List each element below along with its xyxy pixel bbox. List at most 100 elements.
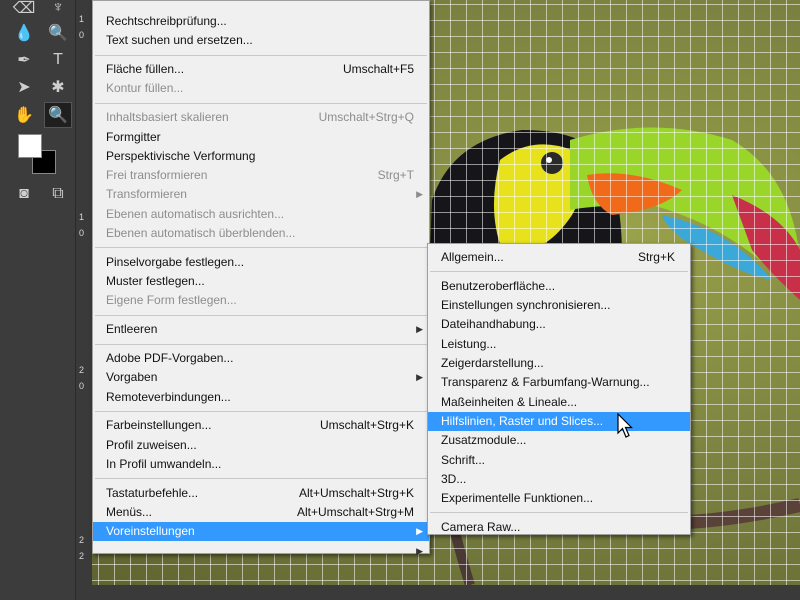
ruler-label: 2	[79, 551, 85, 561]
ruler-label: 1	[79, 14, 85, 24]
menu-item-ebenen-automatisch-überblenden[interactable]: Ebenen automatisch überblenden...	[93, 224, 429, 243]
menu-item-menüs[interactable]: Menüs... Alt+Umschalt+Strg+M	[93, 503, 429, 522]
menu-item-ebenen-automatisch-ausrichten[interactable]: Ebenen automatisch ausrichten...	[93, 205, 429, 224]
menu-item-label: Einstellungen synchronisieren...	[441, 298, 611, 313]
menu-item-shortcut: Strg+T	[377, 168, 414, 183]
menu-item-label: Zusatzmodule...	[441, 433, 527, 448]
menu-item-label: Eigene Form festlegen...	[106, 293, 237, 308]
menu-item-label: Transformieren	[106, 187, 187, 202]
menu-item-label: Maßeinheiten & Lineale...	[441, 394, 578, 409]
menu-item-tastaturbefehle[interactable]: Tastaturbefehle... Alt+Umschalt+Strg+K	[93, 484, 429, 503]
custom-shape-icon[interactable]: ✱	[44, 74, 72, 100]
menu-item-pinselvorgabe-festlegen[interactable]: Pinselvorgabe festlegen...	[93, 253, 429, 272]
menu-item-remoteverbindungen[interactable]: Remoteverbindungen...	[93, 388, 429, 407]
mouse-pointer-icon	[617, 413, 633, 438]
menu-item-label: Leistung...	[441, 336, 497, 351]
menu-item-inhaltsbasiert-skalieren[interactable]: Inhaltsbasiert skalieren Umschalt+Strg+Q	[93, 108, 429, 127]
ruler-label: 0	[79, 228, 85, 238]
menu-item-shortcut: Umschalt+F5	[342, 62, 414, 77]
menu-item-label: Tastaturbefehle...	[106, 485, 199, 500]
menu-item-zusatzmodule[interactable]: Zusatzmodule...	[428, 431, 690, 450]
menu-item-shortcut: Umschalt+Strg+Q	[318, 110, 414, 125]
menu-item-eigene-form-festlegen[interactable]: Eigene Form festlegen...	[93, 291, 429, 310]
menu-item-label: Vorgaben	[106, 370, 158, 385]
menu-item-farbeinstellungen[interactable]: Farbeinstellungen... Umschalt+Strg+K	[93, 416, 429, 435]
tools-panel: ⌫ ♆ 💧 🔍 ✒ T ➤ ✱ ✋ 🔍 ◙ ⧉	[0, 0, 76, 600]
menu-item-label: Experimentelle Funktionen...	[441, 491, 594, 506]
menu-item-label: Camera Raw...	[441, 519, 521, 534]
menu-item-3d[interactable]: 3D...	[428, 470, 690, 489]
menu-item-label: Rechtschreibprüfung...	[106, 14, 227, 28]
path-select-icon[interactable]: ➤	[10, 74, 38, 100]
menu-item-in-profil-umwandeln[interactable]: In Profil umwandeln...	[93, 455, 429, 474]
menu-separator	[95, 102, 427, 104]
menu-item-leistung[interactable]: Leistung...	[428, 335, 690, 354]
menu-item-profil-zuweisen[interactable]: Profil zuweisen...	[93, 436, 429, 455]
menu-item-rechtschreibprüfung[interactable]: Rechtschreibprüfung...	[93, 12, 429, 31]
dodge-icon[interactable]: 🔍	[44, 20, 72, 46]
menu-item-benutzeroberfläche[interactable]: Benutzeroberfläche...	[428, 277, 690, 296]
menu-item-frei-transformieren[interactable]: Frei transformieren Strg+T	[93, 166, 429, 185]
paint-bucket-icon[interactable]: ♆	[44, 0, 72, 21]
menu-item-label: Menüs...	[106, 505, 153, 520]
zoom-icon[interactable]: 🔍	[44, 102, 72, 128]
menu-item-dateihandhabung[interactable]: Dateihandhabung...	[428, 315, 690, 334]
menu-item-label: Formgitter	[106, 129, 161, 144]
menu-item-label: Pinselvorgabe festlegen...	[106, 254, 245, 269]
menu-item-shortcut: Umschalt+Strg+K	[319, 418, 414, 433]
menu-item-maßeinheiten-lineale[interactable]: Maßeinheiten & Lineale...	[428, 393, 690, 412]
type-icon[interactable]: T	[44, 47, 72, 73]
screen-mode-icon[interactable]: ⧉	[44, 181, 72, 207]
menu-item-adobe-pdf-vorgaben[interactable]: Adobe PDF-Vorgaben...	[93, 349, 429, 368]
menu-item-overflow[interactable]: ▶	[93, 542, 429, 561]
menu-item-transparenz-farbumfang-warnung[interactable]: Transparenz & Farbumfang-Warnung...	[428, 373, 690, 392]
menu-item-label: Entleeren	[106, 322, 158, 337]
menu-item-shortcut: Alt+Umschalt+Strg+K	[298, 485, 414, 500]
foreground-color-swatch[interactable]	[18, 134, 42, 158]
menu-separator	[95, 314, 427, 316]
menu-item-label: Transparenz & Farbumfang-Warnung...	[441, 375, 650, 390]
eraser-icon[interactable]: ⌫	[10, 0, 38, 21]
menu-item-experimentelle-funktionen[interactable]: Experimentelle Funktionen...	[428, 489, 690, 508]
menu-item-formgitter[interactable]: Formgitter	[93, 128, 429, 147]
menu-item-perspektivische-verformung[interactable]: Perspektivische Verformung	[93, 147, 429, 166]
pen-icon[interactable]: ✒	[10, 47, 38, 73]
menu-item-kontur-füllen[interactable]: Kontur füllen...	[93, 79, 429, 98]
hand-icon[interactable]: ✋	[10, 102, 38, 128]
blur-icon[interactable]: 💧	[10, 20, 38, 46]
menu-item-label: Text suchen und ersetzen...	[106, 33, 253, 48]
menu-item-label: Ebenen automatisch ausrichten...	[106, 206, 285, 221]
menu-item-transformieren[interactable]: Transformieren ▶	[93, 185, 429, 204]
menu-item-allgemein[interactable]: Allgemein... Strg+K	[428, 248, 690, 267]
quick-mask-icon[interactable]: ◙	[10, 181, 38, 207]
menu-item-label: Profil zuweisen...	[106, 437, 197, 452]
menu-separator	[430, 271, 688, 273]
menu-item-fläche-füllen[interactable]: Fläche füllen... Umschalt+F5	[93, 60, 429, 79]
menu-separator	[95, 54, 427, 56]
menu-item-label: Perspektivische Verformung	[106, 148, 256, 163]
menu-item-schrift[interactable]: Schrift...	[428, 451, 690, 470]
menu-item-label: Inhaltsbasiert skalieren	[106, 110, 229, 125]
menu-item-label: Zeigerdarstellung...	[441, 356, 544, 370]
edit-menu: Rechtschreibprüfung... Text suchen und er…	[92, 0, 430, 556]
menu-item-muster-festlegen[interactable]: Muster festlegen...	[93, 272, 429, 291]
submenu-arrow-icon: ▶	[416, 372, 423, 383]
status-strip	[92, 585, 800, 600]
menu-item-entleeren[interactable]: Entleeren ▶	[93, 320, 429, 339]
menu-item-einstellungen-synchronisieren[interactable]: Einstellungen synchronisieren...	[428, 296, 690, 315]
preferences-submenu: Allgemein... Strg+K Benutzeroberfläche... E…	[427, 243, 691, 535]
submenu-arrow-icon: ▶	[416, 324, 423, 335]
menu-item-voreinstellungen[interactable]: Voreinstellungen ▶	[93, 522, 429, 542]
menu-item-vorgaben[interactable]: Vorgaben ▶	[93, 368, 429, 387]
menu-item-label: Farbeinstellungen...	[106, 418, 212, 433]
vertical-ruler: 1 0 1 0 2 0 2 2	[76, 0, 92, 600]
menu-item-label: Kontur füllen...	[106, 81, 184, 96]
menu-item-label: Ebenen automatisch überblenden...	[106, 226, 296, 240]
ruler-label: 0	[79, 381, 85, 391]
menu-item-zeigerdarstellung[interactable]: Zeigerdarstellung...	[428, 354, 690, 373]
menu-separator	[95, 410, 427, 412]
menu-item-camera-raw[interactable]: Camera Raw...	[428, 518, 690, 537]
menu-item-hilfslinien-raster-und-slices[interactable]: Hilfslinien, Raster und Slices...	[428, 411, 690, 431]
menu-item-text-suchen-und-ersetzen[interactable]: Text suchen und ersetzen...	[93, 31, 429, 50]
ruler-label: 2	[79, 365, 85, 375]
